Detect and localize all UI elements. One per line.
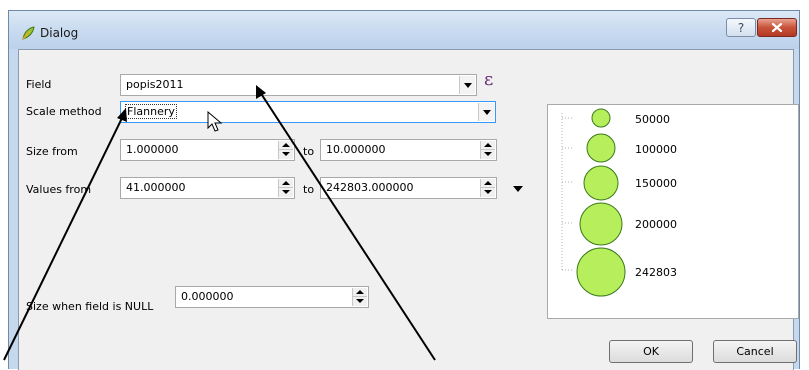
dialog-body: Field popis2011 ε Scale method Flannery … [18, 49, 799, 370]
spin-arrows-icon[interactable] [352, 288, 367, 306]
null-size-label: Size when field is NULL [26, 300, 154, 313]
help-button[interactable]: ? [726, 18, 756, 37]
spin-arrows-icon[interactable] [480, 141, 495, 159]
dropdown-menu-arrow-icon[interactable] [513, 186, 523, 192]
null-size-spinbox[interactable]: 0.000000 [175, 286, 369, 308]
field-combobox[interactable]: popis2011 [120, 74, 477, 96]
spin-arrows-icon[interactable] [278, 179, 293, 197]
legend-symbol-100000 [586, 133, 616, 163]
scale-method-label: Scale method [26, 105, 102, 118]
legend-symbol-50000 [591, 108, 611, 128]
values-to-spinbox[interactable]: 242803.000000 [320, 177, 497, 199]
legend-label-242803: 242803 [635, 266, 677, 279]
scale-method-value: Flannery [125, 104, 177, 119]
legend-symbol-150000 [583, 165, 619, 201]
mouse-cursor-icon [207, 111, 223, 132]
field-label: Field [26, 78, 52, 91]
field-value: popis2011 [126, 78, 184, 91]
size-to-spinbox[interactable]: 10.000000 [320, 139, 497, 161]
spin-arrows-icon[interactable] [278, 141, 293, 159]
spin-arrows-icon[interactable] [480, 179, 495, 197]
values-to-label: to [303, 183, 315, 196]
legend-symbols [576, 108, 626, 297]
values-from-label: Values from [26, 183, 92, 196]
size-to-label: to [303, 145, 315, 158]
help-icon: ? [737, 21, 745, 35]
chevron-down-icon[interactable] [478, 103, 494, 121]
expression-icon[interactable]: ε [484, 69, 493, 90]
legend-symbol-200000 [579, 202, 623, 246]
size-legend-preview: 50000 100000 150000 200000 242803 [547, 104, 799, 319]
window-title: Dialog [40, 26, 79, 40]
ok-button[interactable]: OK [609, 340, 693, 363]
qgis-leaf-icon [22, 26, 35, 40]
values-from-value: 41.000000 [126, 181, 186, 194]
size-from-label: Size from [26, 145, 78, 158]
size-to-value: 10.000000 [326, 143, 386, 156]
cancel-button[interactable]: Cancel [713, 340, 797, 363]
close-icon [771, 22, 783, 33]
null-size-value: 0.000000 [181, 290, 234, 303]
chevron-down-icon[interactable] [459, 76, 475, 94]
dialog-window: Dialog ? Field popis2011 ε Scale method … [8, 10, 800, 370]
values-to-value: 242803.000000 [326, 181, 414, 194]
legend-label-50000: 50000 [635, 113, 670, 126]
scale-method-combobox[interactable]: Flannery [120, 101, 496, 123]
legend-symbol-242803 [576, 247, 626, 297]
size-from-value: 1.000000 [126, 143, 179, 156]
legend-label-150000: 150000 [635, 177, 677, 190]
size-from-spinbox[interactable]: 1.000000 [120, 139, 295, 161]
values-from-spinbox[interactable]: 41.000000 [120, 177, 295, 199]
legend-label-200000: 200000 [635, 218, 677, 231]
legend-label-100000: 100000 [635, 143, 677, 156]
close-button[interactable] [757, 18, 797, 37]
title-bar: Dialog ? [9, 11, 799, 49]
